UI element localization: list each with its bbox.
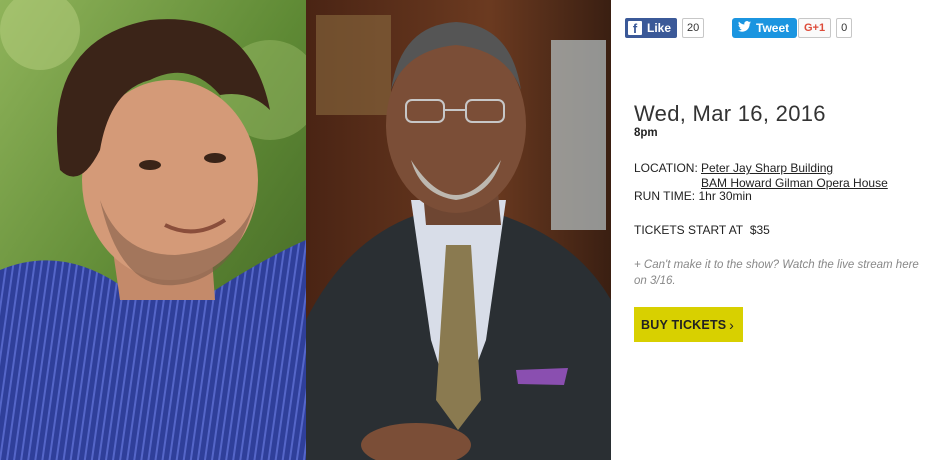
event-location: LOCATION: Peter Jay Sharp Building BAM H…: [634, 161, 888, 190]
tickets-price: $35: [749, 223, 770, 237]
buy-tickets-label: BUY TICKETS: [641, 317, 727, 332]
twitter-tweet-widget: Tweet: [732, 17, 798, 39]
facebook-like-button[interactable]: f Like: [625, 18, 678, 38]
event-runtime: RUN TIME: 1hr 30min: [634, 189, 752, 203]
event-info-panel: f Like 20 Tweet G+1 0 Wed, Mar 16, 2016 …: [611, 0, 939, 460]
photo-portrait-left: [0, 0, 306, 460]
live-stream-note: + Can't make it to the show? Watch the l…: [634, 259, 919, 287]
twitter-bird-icon: [738, 21, 751, 35]
location-building-link[interactable]: Peter Jay Sharp Building: [701, 161, 833, 175]
event-time: 8pm: [634, 127, 658, 139]
ticket-price: TICKETS START AT $35: [634, 223, 770, 237]
facebook-like-count: 20: [682, 18, 705, 38]
location-venue-link[interactable]: BAM Howard Gilman Opera House: [701, 176, 888, 190]
googleplus-count: 0: [836, 18, 853, 38]
event-date: Wed, Mar 16, 2016: [634, 101, 826, 126]
runtime-label: RUN TIME:: [634, 189, 696, 203]
chevron-right-icon: ›: [729, 317, 734, 333]
facebook-icon: f: [628, 21, 642, 36]
facebook-like-label: Like: [647, 21, 672, 35]
googleplus-button[interactable]: G+1: [798, 18, 832, 38]
tweet-label: Tweet: [756, 21, 790, 35]
buy-tickets-button[interactable]: BUY TICKETS ›: [634, 307, 743, 342]
location-label: LOCATION:: [634, 161, 698, 175]
facebook-like-widget: f Like 20: [625, 17, 705, 39]
googleplus-widget: G+1 0: [798, 17, 853, 39]
tickets-label: TICKETS START AT: [634, 223, 744, 237]
tweet-button[interactable]: Tweet: [732, 18, 798, 38]
photo-portrait-right: [306, 0, 611, 460]
runtime-value: 1hr 30min: [698, 189, 752, 203]
